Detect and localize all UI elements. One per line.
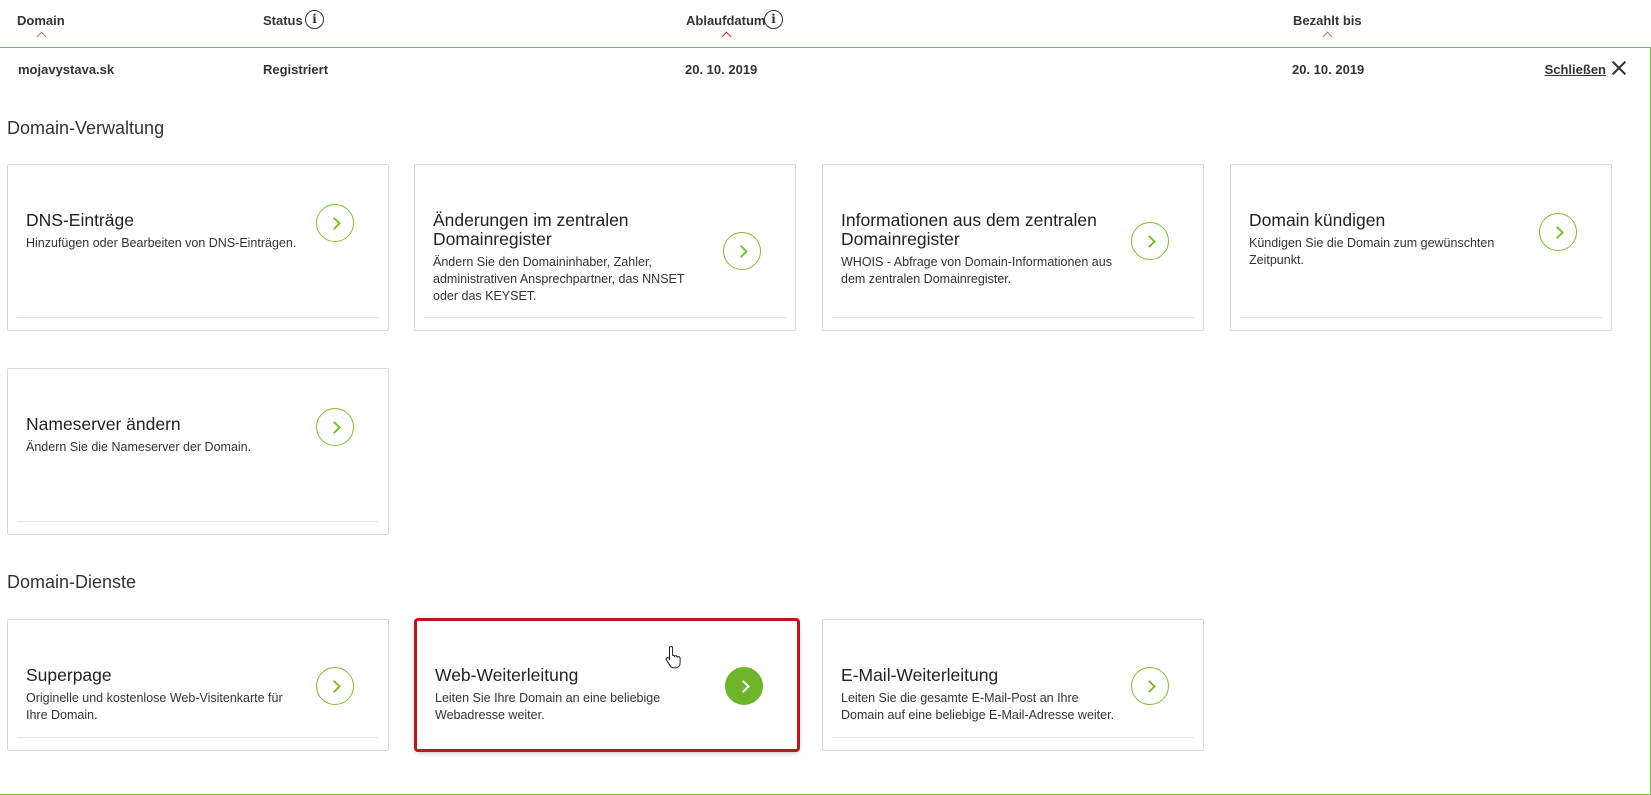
card-title: Superpage xyxy=(26,665,112,685)
chevron-right-icon[interactable] xyxy=(1539,213,1577,251)
card-description: Ändern Sie den Domaininhaber, Zahler, ad… xyxy=(433,255,685,303)
card-divider xyxy=(1240,317,1602,318)
sort-chevron-up-icon[interactable] xyxy=(36,31,47,42)
card-title: Informationen aus dem zentralen Domainre… xyxy=(841,210,1097,249)
chevron-right-icon[interactable] xyxy=(725,667,763,705)
column-header-domain[interactable]: Domain xyxy=(17,13,65,42)
column-header-paid-until[interactable]: Bezahlt bis xyxy=(1293,13,1362,42)
domain-paid-until: 20. 10. 2019 xyxy=(1292,62,1365,77)
card-divider xyxy=(832,317,1194,318)
card-description: Leiten Sie die gesamte E-Mail-Post an Ih… xyxy=(841,691,1115,722)
chevron-right-icon[interactable] xyxy=(316,204,354,242)
card-title: Domain kündigen xyxy=(1249,210,1386,230)
chevron-right-icon[interactable] xyxy=(723,232,761,270)
domain-table-header: Domain Status i Ablaufdatum i Bezahlt bi… xyxy=(0,0,1651,48)
card-description: Ändern Sie die Nameserver der Domain. xyxy=(26,440,252,454)
column-header-expiry[interactable]: Ablaufdatum i xyxy=(686,10,783,42)
domain-status: Registriert xyxy=(263,62,329,77)
card-change-nameservers[interactable]: Nameserver ändern Ändern Sie die Nameser… xyxy=(7,368,389,535)
card-description: Hinzufügen oder Bearbeiten von DNS-Eintr… xyxy=(26,236,297,250)
domain-row-expanded: mojavystava.sk Registriert 20. 10. 2019 … xyxy=(0,47,1651,795)
card-divider xyxy=(17,737,379,738)
info-circle-icon[interactable]: i xyxy=(764,10,783,29)
card-description: WHOIS - Abfrage von Domain-Informationen… xyxy=(841,255,1112,286)
card-title: Nameserver ändern xyxy=(26,414,181,434)
sort-chevron-up-icon[interactable] xyxy=(721,31,732,42)
chevron-right-icon[interactable] xyxy=(1131,222,1169,260)
hand-pointer-icon xyxy=(665,645,681,669)
info-circle-icon[interactable]: i xyxy=(305,10,324,29)
domain-name: mojavystava.sk xyxy=(18,62,115,77)
domain-expiry-date: 20. 10. 2019 xyxy=(685,62,758,77)
card-title: E-Mail-Weiterleitung xyxy=(841,665,999,685)
card-divider xyxy=(424,317,786,318)
card-central-registry-changes[interactable]: Änderungen im zentralen Domainregister Ä… xyxy=(414,164,796,331)
chevron-right-icon[interactable] xyxy=(316,667,354,705)
card-divider xyxy=(17,521,379,522)
chevron-right-icon[interactable] xyxy=(316,408,354,446)
card-web-forwarding[interactable]: Web-Weiterleitung Leiten Sie Ihre Domain… xyxy=(416,620,798,750)
card-dns-records[interactable]: DNS-Einträge Hinzufügen oder Bearbeiten … xyxy=(7,164,389,331)
card-email-forwarding[interactable]: E-Mail-Weiterleitung Leiten Sie die gesa… xyxy=(822,619,1204,751)
card-divider xyxy=(832,737,1194,738)
section-title-domain-services: Domain-Dienste xyxy=(7,572,137,592)
card-title: DNS-Einträge xyxy=(26,210,134,230)
chevron-right-icon[interactable] xyxy=(1131,667,1169,705)
card-superpage[interactable]: Superpage Originelle und kostenlose Web-… xyxy=(7,619,389,751)
card-central-registry-info[interactable]: Informationen aus dem zentralen Domainre… xyxy=(822,164,1204,331)
close-icon[interactable] xyxy=(1610,59,1628,77)
section-title-domain-management: Domain-Verwaltung xyxy=(7,118,165,138)
card-description: Leiten Sie Ihre Domain an eine beliebige… xyxy=(435,691,661,722)
card-description: Kündigen Sie die Domain zum gewünschten … xyxy=(1249,236,1495,267)
card-description: Originelle und kostenlose Web-Visitenkar… xyxy=(26,691,283,722)
close-link[interactable]: Schließen xyxy=(1545,62,1606,77)
card-divider xyxy=(17,317,379,318)
sort-chevron-up-icon[interactable] xyxy=(1322,31,1333,42)
column-header-status[interactable]: Status i xyxy=(263,10,324,29)
card-title: Änderungen im zentralen Domainregister xyxy=(433,210,629,249)
card-cancel-domain[interactable]: Domain kündigen Kündigen Sie die Domain … xyxy=(1230,164,1612,331)
